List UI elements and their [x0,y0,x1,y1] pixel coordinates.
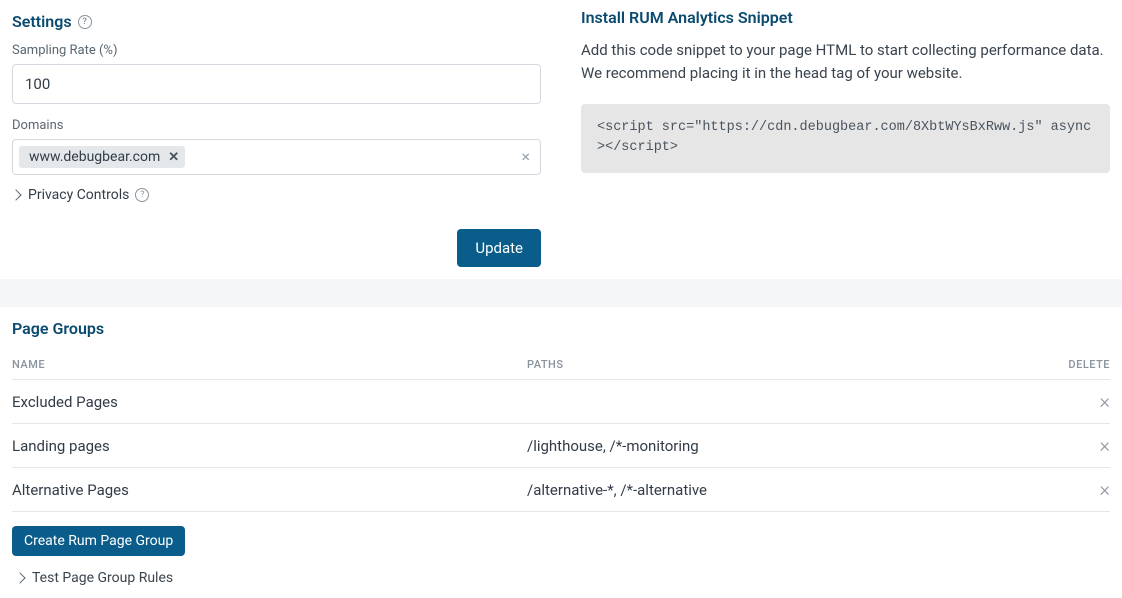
privacy-controls-toggle[interactable]: Privacy Controls ? [12,187,541,203]
table-row[interactable]: Alternative Pages /alternative-*, /*-alt… [12,468,1110,512]
clear-all-icon[interactable]: × [521,149,530,165]
sampling-rate-label: Sampling Rate (%) [12,43,541,58]
domains-input[interactable]: www.debugbear.com ✕ × [12,139,541,175]
row-paths: /alternative-*, /*-alternative [527,468,1050,512]
create-page-group-button[interactable]: Create Rum Page Group [12,526,185,556]
domain-tag-label: www.debugbear.com [29,149,160,165]
table-header-row: NAME PATHS DELETE [12,350,1110,380]
settings-title-text: Settings [12,12,72,31]
row-name: Alternative Pages [12,468,527,512]
domain-tag: www.debugbear.com ✕ [19,146,185,168]
privacy-controls-label: Privacy Controls [28,187,129,203]
close-icon[interactable]: ✕ [168,151,179,164]
delete-icon[interactable]: × [1100,389,1110,413]
col-delete-header: DELETE [1050,350,1110,380]
page-groups-panel: Page Groups NAME PATHS DELETE Excluded P… [0,307,1122,598]
page-groups-title: Page Groups [12,319,1110,338]
row-paths [527,380,1050,424]
row-name: Excluded Pages [12,380,527,424]
col-name-header: NAME [12,350,527,380]
delete-icon[interactable]: × [1100,433,1110,457]
domains-label: Domains [12,118,541,133]
page-groups-title-text: Page Groups [12,319,104,338]
divider [0,279,1122,307]
table-row[interactable]: Landing pages /lighthouse, /*-monitoring… [12,424,1110,468]
snippet-title: Install RUM Analytics Snippet [581,8,1110,27]
help-icon[interactable]: ? [135,188,149,202]
test-rules-label: Test Page Group Rules [32,570,173,586]
snippet-description: Add this code snippet to your page HTML … [581,39,1110,86]
table-row[interactable]: Excluded Pages × [12,380,1110,424]
settings-title: Settings ? [12,12,541,31]
page-groups-table: NAME PATHS DELETE Excluded Pages × Landi… [12,350,1110,512]
update-button[interactable]: Update [457,229,541,267]
chevron-right-icon [14,572,25,583]
col-paths-header: PATHS [527,350,1050,380]
chevron-right-icon [10,189,21,200]
settings-panel: Settings ? Sampling Rate (%) Domains www… [0,0,553,279]
row-paths: /lighthouse, /*-monitoring [527,424,1050,468]
help-icon[interactable]: ? [78,15,92,29]
sampling-rate-input[interactable] [12,64,541,104]
delete-icon[interactable]: × [1100,477,1110,501]
row-name: Landing pages [12,424,527,468]
snippet-code[interactable]: <script src="https://cdn.debugbear.com/8… [581,104,1110,174]
snippet-panel: Install RUM Analytics Snippet Add this c… [569,0,1122,185]
test-page-group-rules-toggle[interactable]: Test Page Group Rules [12,570,1110,586]
snippet-title-text: Install RUM Analytics Snippet [581,8,793,27]
